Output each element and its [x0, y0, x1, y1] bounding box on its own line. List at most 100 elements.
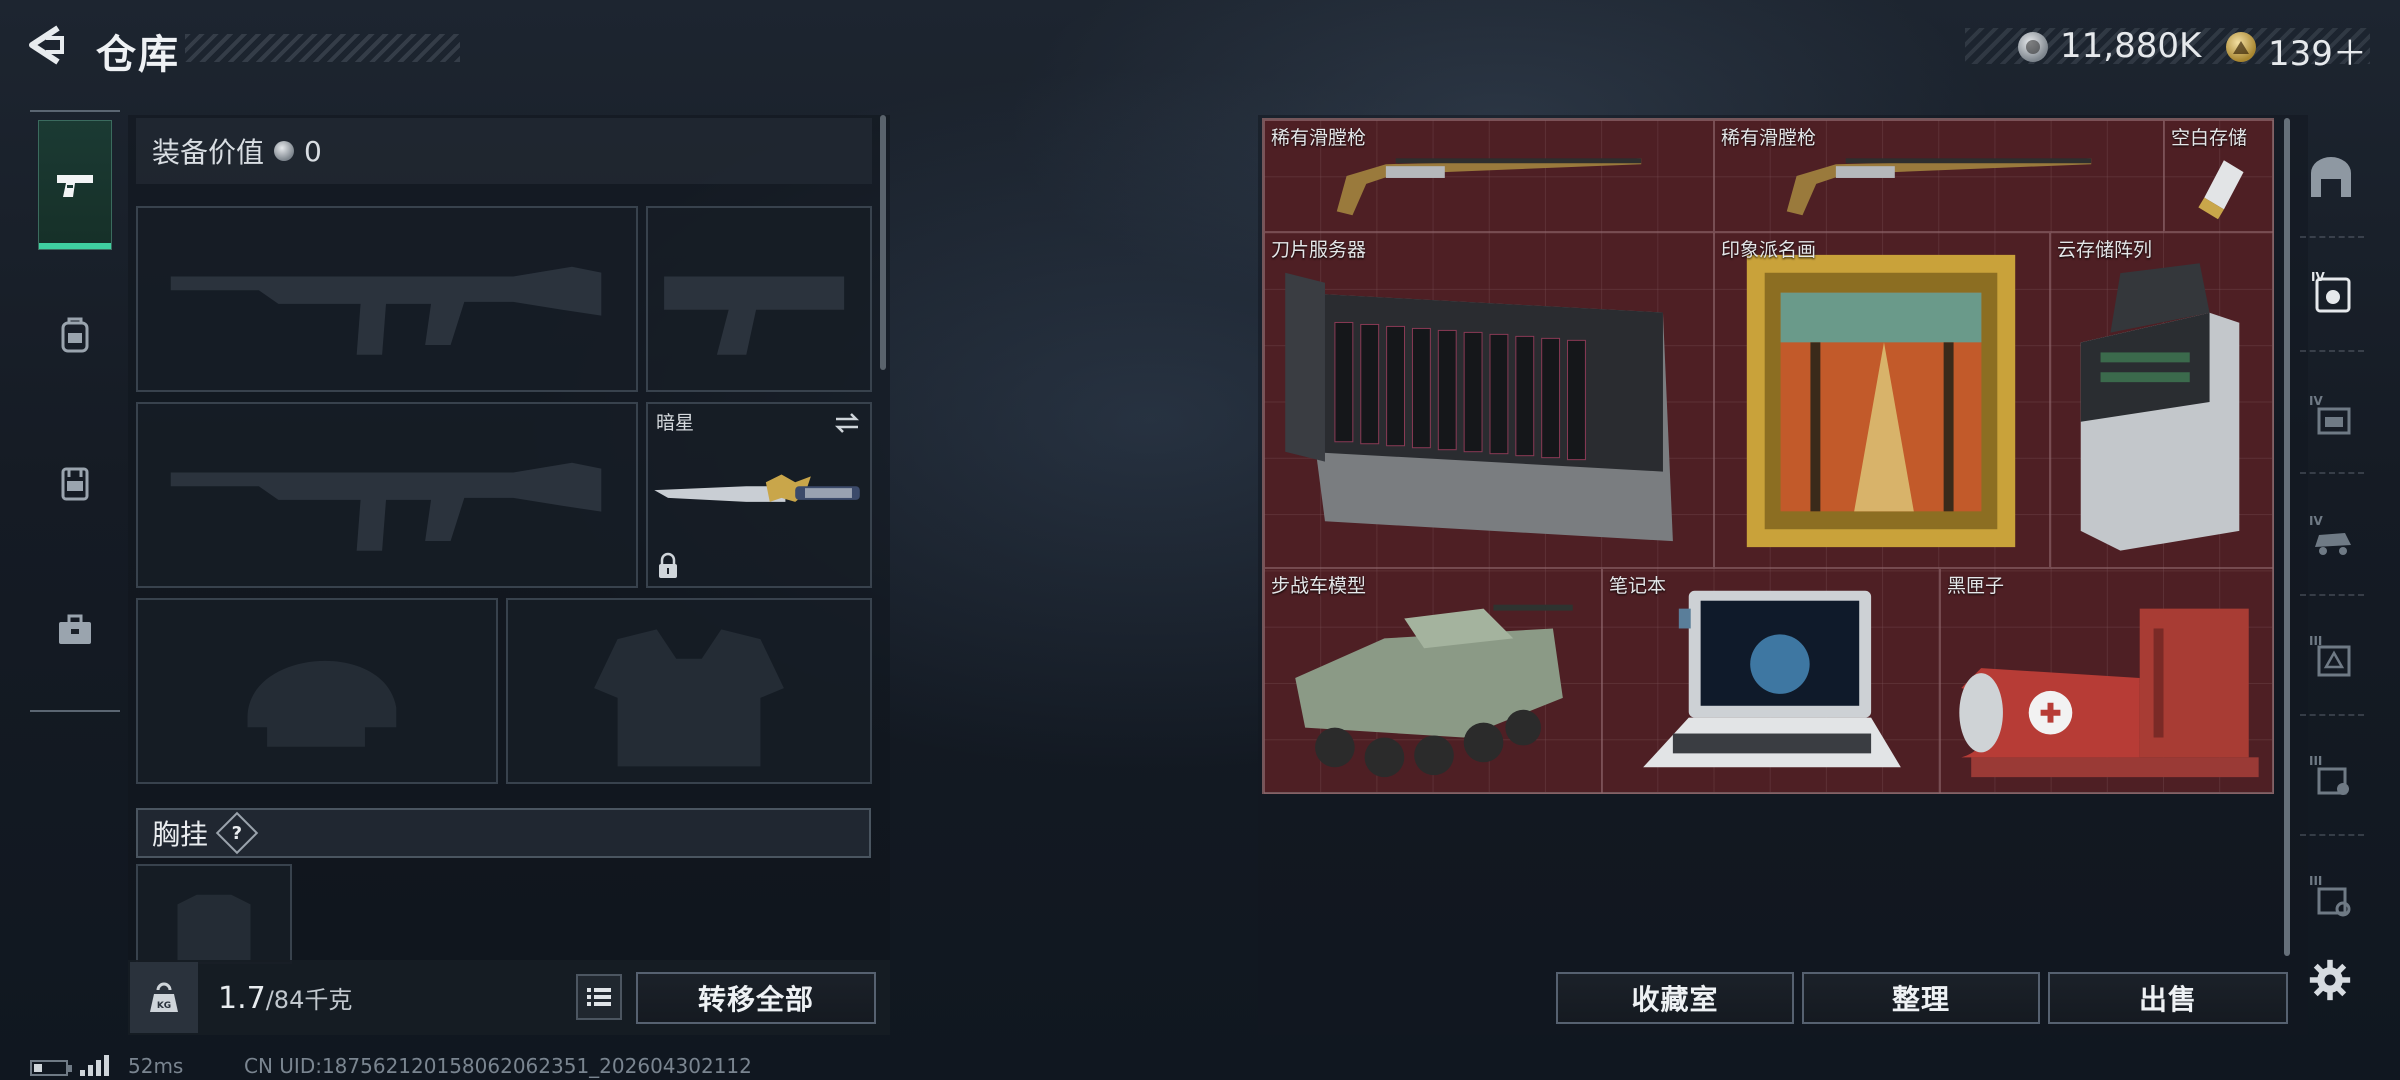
tier-label: III: [2309, 634, 2322, 648]
settings-button[interactable]: [2300, 950, 2360, 1010]
stash-item-musket[interactable]: 稀有滑膛枪: [1264, 120, 1714, 232]
painting-icon: [1746, 254, 2016, 548]
primary-weapon-slot[interactable]: [136, 206, 638, 392]
chest-rig-slot[interactable]: [136, 864, 292, 964]
money-amount: 11,880K: [2060, 26, 2202, 66]
tier-case-icon: IV: [2311, 270, 2351, 313]
equipment-value-header: 装备价值 0: [136, 118, 872, 184]
list-view-button[interactable]: [576, 974, 622, 1020]
ping-readout: 52ms: [128, 1054, 184, 1078]
weight-current: 1.7: [218, 981, 266, 1016]
rail-tier-tools-button[interactable]: III: [2300, 746, 2362, 808]
rail-separator: [2300, 594, 2364, 596]
rifle-silhouette-icon: [170, 266, 602, 355]
tier-label: III: [2309, 754, 2322, 768]
rail-tier-box-button[interactable]: IV: [2300, 386, 2362, 448]
equipment-value: 0: [304, 134, 322, 168]
item-name: 云存储阵列: [2057, 239, 2153, 261]
rifle-silhouette-icon: [170, 462, 602, 551]
black-box-icon: [1959, 608, 2259, 778]
rail-separator: [2300, 472, 2364, 474]
armor-silhouette-icon: [594, 629, 784, 767]
blade-server-icon: [1285, 272, 1673, 542]
tab-backpack[interactable]: [38, 270, 112, 400]
sell-button[interactable]: 出售: [2048, 972, 2288, 1024]
stash-item-musket[interactable]: 稀有滑膛枪: [1714, 120, 2164, 232]
signal-icon: [80, 1054, 114, 1076]
rail-tier-vehicle-button[interactable]: IV: [2300, 506, 2362, 568]
tab-vest[interactable]: [38, 418, 112, 548]
item-name: 刀片服务器: [1271, 239, 1367, 261]
secondary-weapon-slot[interactable]: [136, 402, 638, 588]
tier-label: IV: [2309, 514, 2323, 528]
lock-icon: [659, 552, 677, 578]
back-button[interactable]: [24, 22, 70, 68]
silver-coin-icon: [2018, 32, 2048, 62]
kettlebell-icon: KG: [150, 982, 178, 1012]
pistol-slot[interactable]: [646, 206, 872, 392]
item-name: 笔记本: [1609, 575, 1667, 597]
chest-rig-header: 胸挂 ?: [136, 808, 871, 858]
stash-item-black-box[interactable]: 黑匣子: [1940, 568, 2274, 794]
tier-label: IV: [2309, 394, 2323, 408]
help-button[interactable]: ?: [215, 811, 259, 855]
tab-case[interactable]: [38, 565, 112, 695]
chest-rig-label: 胸挂: [152, 818, 209, 851]
helmet-silhouette-icon: [247, 660, 397, 747]
pistol-icon: [57, 175, 93, 197]
tier-label: III: [2309, 874, 2322, 888]
stash-scrollbar[interactable]: [2284, 118, 2290, 956]
page-title: 仓库: [96, 32, 180, 78]
item-name: 黑匣子: [1947, 575, 2005, 597]
rail-separator: [2300, 350, 2364, 352]
transfer-all-button[interactable]: 转移全部: [636, 972, 876, 1024]
armor-slot[interactable]: [506, 598, 872, 784]
collection-room-button[interactable]: 收藏室: [1556, 972, 1794, 1024]
item-name: 稀有滑膛枪: [1721, 127, 1817, 149]
warehouse-icon: [2311, 157, 2351, 197]
rail-separator: [2300, 714, 2364, 716]
weight-icon: KG: [130, 962, 198, 1033]
tier-tools-icon: III: [2309, 754, 2349, 795]
laptop-icon: [1643, 590, 1901, 768]
backpack-icon: [61, 317, 89, 353]
weight-max: /84千克: [265, 986, 353, 1014]
stash-item-ifv-model[interactable]: 步战车模型: [1264, 568, 1602, 794]
battery-icon: [30, 1060, 72, 1076]
gold-ticket-icon: [2226, 32, 2256, 62]
pistol-silhouette-icon: [664, 276, 845, 355]
item-name: 空白存储: [2171, 127, 2248, 149]
storage-array-icon: [2080, 263, 2240, 551]
weight-readout: 1.7/84千克: [218, 980, 352, 1016]
stash-item-laptop[interactable]: 笔记本: [1602, 568, 1940, 794]
tier-vehicle-icon: IV: [2309, 514, 2351, 555]
briefcase-icon: [59, 614, 91, 644]
rail-separator: [2300, 834, 2364, 836]
stash-item-blade-server[interactable]: 刀片服务器: [1264, 232, 1714, 568]
stash-grid[interactable]: 稀有滑膛枪 稀有滑膛枪 空白存储 刀片服务器 印象派名画 云存储阵列 步战车模型…: [1262, 118, 2274, 794]
loadout-scrollbar[interactable]: [880, 115, 886, 370]
tidy-button[interactable]: 整理: [1802, 972, 2040, 1024]
rail-tier-gear-button[interactable]: III: [2300, 866, 2362, 928]
rail-tier-case-button[interactable]: IV: [2300, 262, 2362, 324]
silver-coin-icon: [274, 141, 295, 161]
tier-gear-icon: III: [2309, 874, 2351, 917]
ticket-amount[interactable]: 139＋: [2268, 26, 2367, 75]
stash-item-usb[interactable]: 空白存储: [2164, 120, 2274, 232]
helmet-slot[interactable]: [136, 598, 498, 784]
stash-item-painting[interactable]: 印象派名画: [1714, 232, 2050, 568]
tier-alert-icon: III: [2309, 634, 2351, 677]
rail-warehouse-button[interactable]: [2300, 148, 2362, 210]
tab-weapons[interactable]: [38, 120, 112, 250]
rail-separator: [2300, 236, 2364, 238]
help-glyph: ?: [231, 822, 243, 844]
ifv-model-icon: [1295, 604, 1573, 778]
rail-divider: [30, 110, 120, 112]
melee-slot[interactable]: 暗星: [646, 402, 872, 588]
back-arrow-icon: [29, 25, 64, 65]
stash-item-storage-array[interactable]: 云存储阵列: [2050, 232, 2274, 568]
gear-icon: [2309, 959, 2351, 1001]
item-name: 印象派名画: [1721, 239, 1817, 261]
rail-tier-alert-button[interactable]: III: [2300, 626, 2362, 688]
tier-box-icon: IV: [2309, 394, 2351, 435]
